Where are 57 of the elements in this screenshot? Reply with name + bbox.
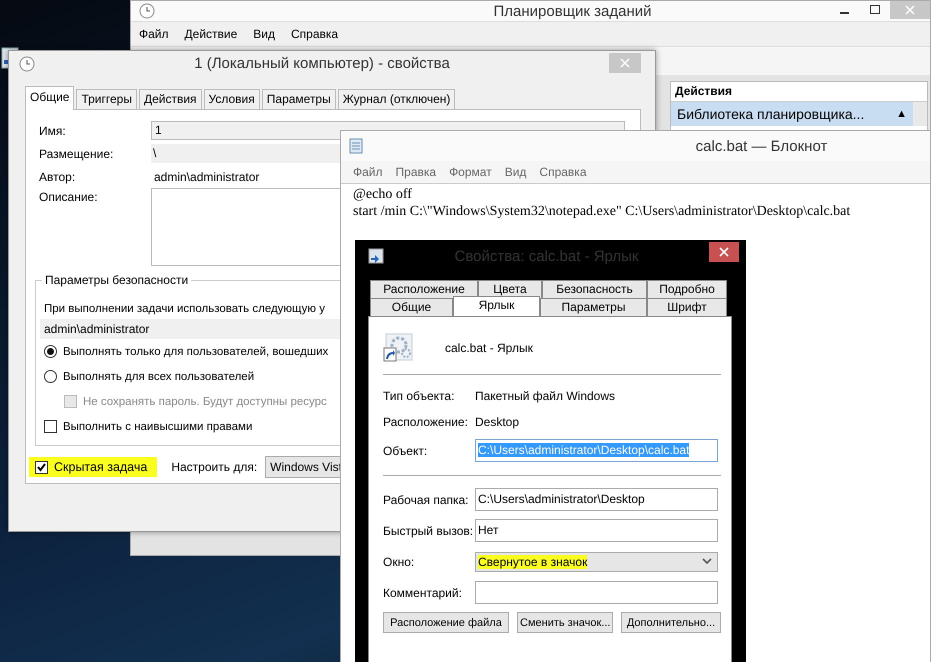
input-field[interactable]: Нет: [475, 519, 718, 542]
field-value: Desktop: [475, 415, 520, 429]
target-value: C:\Users\administrator\Desktop\calc.bat: [478, 443, 690, 457]
tab[interactable]: Общие: [25, 86, 74, 110]
tab[interactable]: Общие: [370, 298, 453, 316]
text-line: start /min C:\"Windows\System32\notepad.exe" C:\Users\administrator\Desktop\calc.bat: [353, 203, 852, 220]
field-label: Имя:: [39, 124, 67, 138]
configure-label: Настроить для:: [171, 460, 258, 474]
dialog-button[interactable]: Сменить значок...: [517, 612, 613, 633]
option-label: Выполнять для всех пользователей: [63, 370, 254, 382]
menu-item[interactable]: Формат: [449, 165, 492, 179]
tab[interactable]: Триггеры: [76, 89, 137, 109]
option-label: Не сохранять пароль. Будут доступны ресурс: [83, 396, 327, 408]
tab[interactable]: Условия: [204, 89, 260, 109]
field-value: Пакетный файл Windows: [475, 389, 616, 403]
actions-item[interactable]: Библиотека планировщика... ▲: [671, 102, 913, 126]
field-label: Размещение:: [39, 146, 114, 160]
dialog-title: 1 (Локальный компьютер) - свойства: [193, 55, 451, 72]
tab[interactable]: Ярлык: [453, 296, 540, 316]
tab[interactable]: Безопасность: [542, 280, 647, 298]
menu-item[interactable]: Правка: [396, 165, 436, 179]
menu-item[interactable]: Вид: [253, 27, 275, 41]
field-label: Описание:: [39, 189, 99, 204]
tab[interactable]: Расположение: [370, 280, 478, 298]
field-label: Автор:: [39, 170, 76, 184]
option-label: Выполнять только для пользователей, вошедших: [63, 346, 328, 358]
dialog-button[interactable]: Дополнительно...: [621, 612, 721, 633]
field-label: Комментарий:: [383, 586, 463, 600]
group-prompt: При выполнении задачи использовать следующую у: [44, 302, 325, 317]
tab[interactable]: Действия: [138, 89, 202, 109]
field-label: Быстрый вызов:: [383, 524, 474, 538]
tab[interactable]: Шрифт: [647, 298, 727, 316]
menu-item[interactable]: Файл: [139, 27, 169, 41]
tab[interactable]: Журнал (отключен): [338, 89, 456, 109]
author-value: admin\administrator: [153, 170, 260, 184]
field-label: Окно:: [383, 554, 416, 568]
window-title: calc.bat — Блокнот: [694, 138, 828, 154]
menu-item[interactable]: Вид: [504, 165, 526, 179]
menu-item[interactable]: Файл: [353, 165, 383, 179]
field-label: Рабочая папка:: [383, 492, 470, 506]
field-label: Тип объекта:: [383, 389, 456, 403]
menu-item[interactable]: Действие: [184, 27, 238, 41]
shortcut-name: calc.bat - Ярлык: [445, 341, 533, 355]
tab[interactable]: Параметры: [262, 89, 336, 109]
text-line: @echo off: [353, 186, 413, 203]
tab[interactable]: Подробно: [647, 280, 727, 298]
window-title: Планировщик заданий: [492, 2, 652, 20]
tab[interactable]: Параметры: [540, 298, 647, 316]
menu-item[interactable]: Справка: [539, 165, 586, 179]
input-field[interactable]: C:\Users\administrator\Desktop: [475, 488, 718, 511]
field-label: Расположение:: [383, 415, 469, 429]
checkbox-label: Скрытая задача: [54, 460, 148, 474]
group-title: Параметры безопасности: [42, 273, 192, 287]
option-label: Выполнить с наивысшими правами: [63, 420, 252, 432]
dialog-button[interactable]: Расположение файла: [383, 612, 509, 633]
menu-item[interactable]: Справка: [291, 27, 338, 41]
field-label: Объект:: [383, 444, 428, 458]
